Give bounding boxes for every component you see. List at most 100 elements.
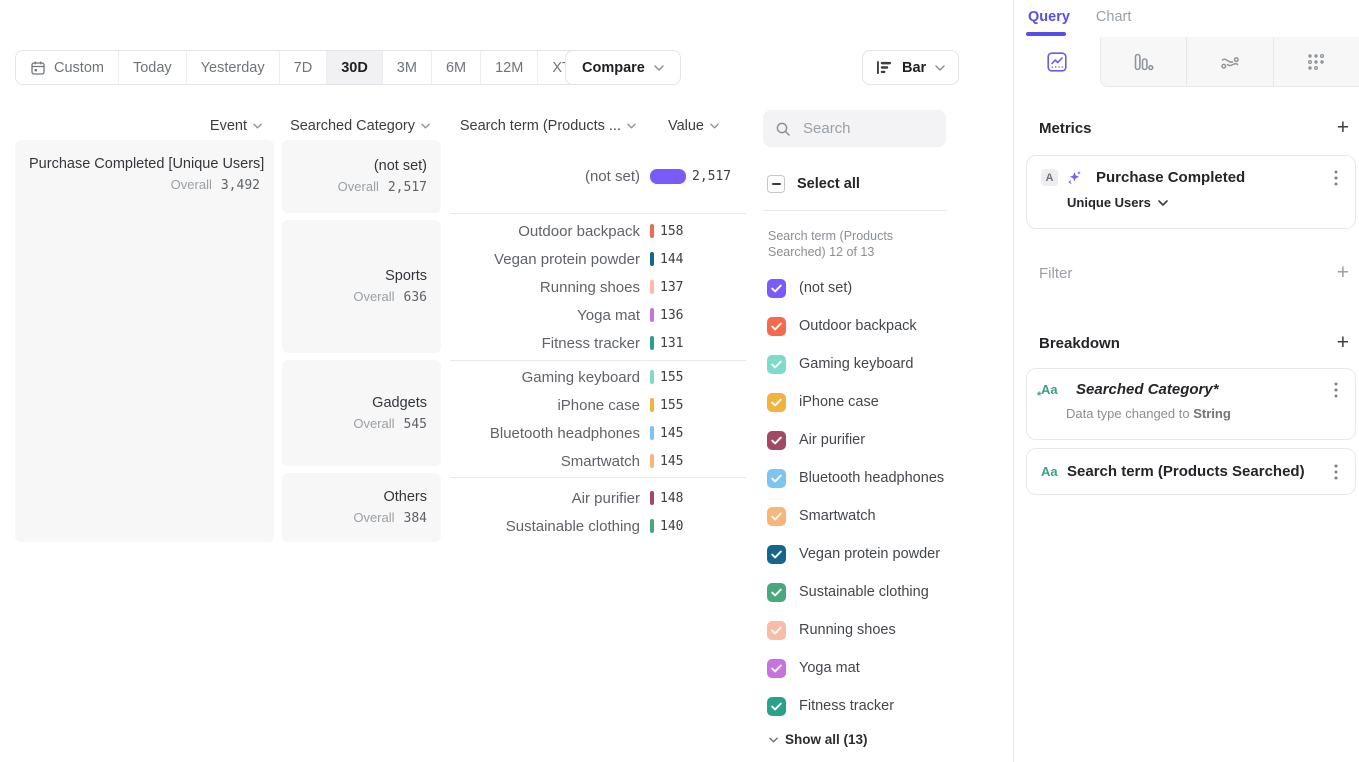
select-all-checkbox[interactable] [767,175,785,193]
filter-option-air-purifier[interactable]: Air purifier [767,421,1002,459]
view-tab-flows[interactable] [1186,37,1273,87]
checkbox-checked[interactable] [767,431,786,450]
checkbox-checked[interactable] [767,355,786,374]
value-bar [650,169,686,184]
term-value: 158 [660,224,683,239]
segment-search-box [763,110,946,147]
indeterminate-icon [772,183,781,185]
category-name: Sports [296,268,427,284]
term-value: 155 [660,398,683,413]
term-value: 155 [660,370,683,385]
date-range-3m[interactable]: 3M [383,51,432,84]
view-tab-funnels[interactable] [1100,37,1187,87]
term-row-iphone-case[interactable]: iPhone case155 [450,391,746,419]
checkbox-checked[interactable] [767,393,786,412]
compare-button[interactable]: Compare [565,50,681,85]
tab-chart[interactable]: Chart [1096,9,1131,25]
add-breakdown-button[interactable]: + [1337,333,1349,353]
note-value: String [1193,406,1231,421]
breakdown-menu-button[interactable] [1331,382,1341,398]
view-tab-retention[interactable] [1273,37,1359,87]
category-card-sports[interactable]: Sports Overall636 [282,220,441,353]
breakdown-property-name[interactable]: Searched Category* [1076,381,1322,398]
date-range-30d[interactable]: 30D [327,51,383,84]
date-range-yesterday[interactable]: Yesterday [187,51,280,84]
date-range-6m[interactable]: 6M [432,51,481,84]
category-card-not-set[interactable]: (not set)Overall2,517 [282,140,441,213]
chevron-down-icon [627,123,636,129]
category-card-others[interactable]: OthersOverall384 [282,473,441,542]
category-card-gadgets[interactable]: GadgetsOverall545 [282,360,441,466]
add-filter-button[interactable]: + [1337,263,1349,283]
category-name: Gadgets [296,395,427,411]
breakdown-property-name[interactable]: Search term (Products Searched) [1067,463,1331,480]
date-range-group: CustomTodayYesterday7D30D3M6M12MXTD [15,50,614,85]
event-title: Purchase Completed [Unique Users] [29,156,260,172]
filter-option-vegan-protein-powder[interactable]: Vegan protein powder [767,535,1002,573]
date-range-today[interactable]: Today [119,51,187,84]
term-row-vegan-protein-powder[interactable]: Vegan protein powder144 [450,245,746,273]
tab-query[interactable]: Query [1028,9,1070,25]
checkbox-checked[interactable] [767,697,786,716]
date-range-custom[interactable]: Custom [16,51,119,84]
checkbox-checked[interactable] [767,507,786,526]
column-header-searched-category[interactable]: Searched Category [282,114,430,138]
breakdown-menu-button[interactable] [1331,464,1341,480]
term-row-gaming-keyboard[interactable]: Gaming keyboard155 [450,363,746,391]
select-all-row[interactable]: Select all [767,173,860,195]
aggregation-select[interactable]: Unique Users [1067,195,1168,210]
checkbox-checked[interactable] [767,545,786,564]
filter-option-yoga-mat[interactable]: Yoga mat [767,649,1002,687]
date-range-label: Custom [54,60,104,76]
view-tab-insights[interactable] [1014,37,1100,87]
column-header-label: Value [668,118,704,134]
date-range-7d[interactable]: 7D [280,51,328,84]
term-row-bluetooth-headphones[interactable]: Bluetooth headphones145 [450,419,746,447]
term-row-outdoor-backpack[interactable]: Outdoor backpack158 [450,217,746,245]
metric-event-name[interactable]: Purchase Completed [1096,169,1322,186]
checkbox-checked[interactable] [767,469,786,488]
term-value: 2,517 [692,169,731,184]
term-row-smartwatch[interactable]: Smartwatch145 [450,447,746,475]
filter-option-fitness-tracker[interactable]: Fitness tracker [767,687,1002,725]
show-all-button[interactable]: Show all (13) [769,732,868,747]
filter-option-not-set[interactable]: (not set) [767,269,1002,307]
term-label: Yoga mat [450,307,640,324]
term-row-yoga-mat[interactable]: Yoga mat136 [450,301,746,329]
column-header-value[interactable]: Value [650,114,719,138]
date-range-12m[interactable]: 12M [481,51,538,84]
checkbox-checked[interactable] [767,621,786,640]
filter-option-label: Vegan protein powder [799,546,940,562]
date-range-label: 7D [294,60,313,76]
term-label: Air purifier [450,490,640,507]
chart-type-select[interactable]: Bar [862,50,959,85]
app-root: CustomTodayYesterday7D30D3M6M12MXTD Comp… [0,0,1359,762]
column-header-search-term[interactable]: Search term (Products ... [450,114,636,138]
filter-option-bluetooth-headphones[interactable]: Bluetooth headphones [767,459,1002,497]
column-header-event[interactable]: Event [15,114,262,138]
search-input[interactable] [801,119,934,138]
term-row-sustainable-clothing[interactable]: Sustainable clothing140 [450,512,746,540]
checkbox-checked[interactable] [767,317,786,336]
select-all-label: Select all [797,176,860,192]
filter-option-smartwatch[interactable]: Smartwatch [767,497,1002,535]
category-overall: Overall636 [296,289,427,305]
filter-option-outdoor-backpack[interactable]: Outdoor backpack [767,307,1002,345]
filter-option-running-shoes[interactable]: Running shoes [767,611,1002,649]
event-card[interactable]: Purchase Completed [Unique Users] Overal… [15,140,274,542]
filter-option-sustainable-clothing[interactable]: Sustainable clothing [767,573,1002,611]
term-row-not-set[interactable]: (not set)2,517 [450,163,746,191]
overall-value: 2,517 [388,180,427,195]
filter-option-iphone-case[interactable]: iPhone case [767,383,1002,421]
term-row-fitness-tracker[interactable]: Fitness tracker131 [450,329,746,357]
filter-option-gaming-keyboard[interactable]: Gaming keyboard [767,345,1002,383]
add-metric-button[interactable]: + [1337,118,1349,138]
checkbox-checked[interactable] [767,583,786,602]
metric-menu-button[interactable] [1331,170,1341,186]
checkbox-checked[interactable] [767,659,786,678]
term-label: Sustainable clothing [450,518,640,535]
term-row-running-shoes[interactable]: Running shoes137 [450,273,746,301]
event-sparkle-icon [1067,170,1082,185]
term-row-air-purifier[interactable]: Air purifier148 [450,484,746,512]
checkbox-checked[interactable] [767,279,786,298]
